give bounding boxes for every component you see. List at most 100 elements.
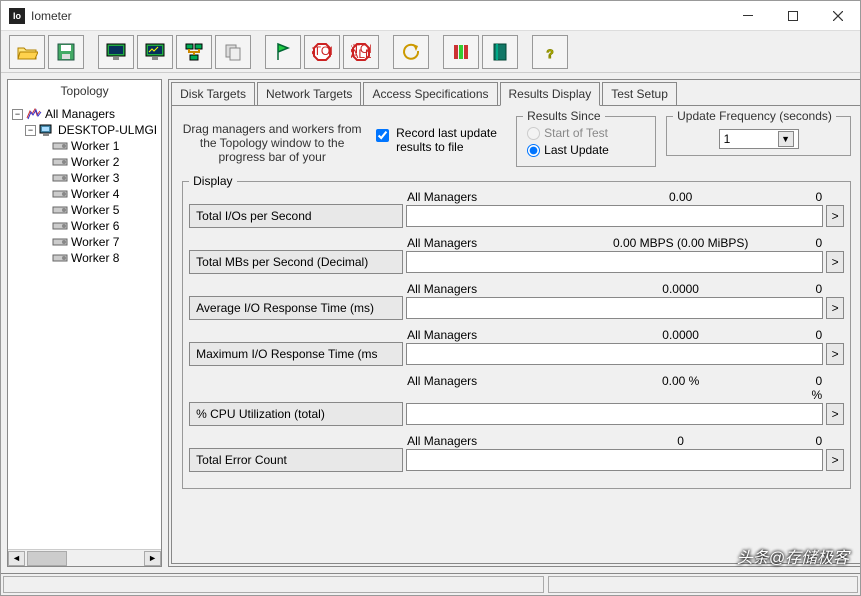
tree-collapse-icon[interactable]: −	[12, 109, 23, 120]
metric-row: All Managers0.00 %0 %% CPU Utilization (…	[189, 374, 844, 426]
metric-max: 0	[804, 236, 844, 250]
worker-label[interactable]: Worker 7	[71, 235, 119, 249]
main-area: Topology − All Managers − DESKTOP-ULMGI …	[1, 73, 860, 573]
tree-host-label[interactable]: DESKTOP-ULMGI	[58, 123, 157, 137]
tree-root-label[interactable]: All Managers	[45, 107, 115, 121]
disk-icon	[52, 220, 68, 232]
metric-progress-bar[interactable]	[406, 251, 823, 273]
tab-strip: Disk TargetsNetwork TargetsAccess Specif…	[171, 82, 860, 106]
metric-name-button[interactable]: Total MBs per Second (Decimal)	[189, 250, 403, 274]
reset-icon[interactable]	[393, 35, 429, 69]
metric-scope-label: All Managers	[407, 282, 557, 296]
disk-icon	[52, 204, 68, 216]
tree-collapse-icon[interactable]: −	[25, 125, 36, 136]
horizontal-scrollbar[interactable]: ◄ ►	[8, 549, 161, 566]
tab-test-setup[interactable]: Test Setup	[602, 82, 677, 106]
metric-max: 0	[804, 282, 844, 296]
metric-expand-button[interactable]: >	[826, 297, 844, 319]
metric-scope-label: All Managers	[407, 434, 557, 448]
metric-name-button[interactable]: % CPU Utilization (total)	[189, 402, 403, 426]
monitor1-icon[interactable]	[98, 35, 134, 69]
metric-name-button[interactable]: Maximum I/O Response Time (ms	[189, 342, 403, 366]
flag-green-icon[interactable]	[265, 35, 301, 69]
metric-expand-button[interactable]: >	[826, 403, 844, 425]
update-frequency-select[interactable]: 1 ▼	[719, 129, 799, 149]
tree-worker-item[interactable]: Worker 1	[12, 138, 157, 154]
stop-icon[interactable]: STOP	[304, 35, 340, 69]
svg-text:STOP: STOP	[312, 44, 332, 58]
last-update-radio[interactable]	[527, 144, 540, 157]
svg-text:ALL: ALL	[351, 47, 371, 61]
metric-name-button[interactable]: Total Error Count	[189, 448, 403, 472]
worker-label[interactable]: Worker 6	[71, 219, 119, 233]
minimize-button[interactable]	[725, 1, 770, 30]
copy-icon[interactable]	[215, 35, 251, 69]
maximize-button[interactable]	[770, 1, 815, 30]
metric-row: All Managers00Total Error Count>	[189, 434, 844, 472]
tree-worker-item[interactable]: Worker 6	[12, 218, 157, 234]
window-title: Iometer	[31, 9, 725, 23]
metric-expand-button[interactable]: >	[826, 205, 844, 227]
display-group: Display All Managers0.000Total I/Os per …	[182, 181, 851, 489]
metric-name-button[interactable]: Total I/Os per Second	[189, 204, 403, 228]
open-icon[interactable]	[9, 35, 45, 69]
scroll-right-icon[interactable]: ►	[144, 551, 161, 566]
metric-name-button[interactable]: Average I/O Response Time (ms)	[189, 296, 403, 320]
book-icon[interactable]	[482, 35, 518, 69]
titlebar: Io Iometer	[1, 1, 860, 31]
start-of-test-label: Start of Test	[544, 126, 608, 140]
metric-progress-bar[interactable]	[406, 297, 823, 319]
worker-label[interactable]: Worker 3	[71, 171, 119, 185]
tree-worker-item[interactable]: Worker 2	[12, 154, 157, 170]
metric-progress-bar[interactable]	[406, 205, 823, 227]
disk-icon	[52, 172, 68, 184]
save-icon[interactable]	[48, 35, 84, 69]
network-icon[interactable]	[176, 35, 212, 69]
record-checkbox[interactable]	[376, 129, 389, 142]
content-panel: Disk TargetsNetwork TargetsAccess Specif…	[168, 79, 860, 567]
worker-label[interactable]: Worker 1	[71, 139, 119, 153]
worker-label[interactable]: Worker 2	[71, 155, 119, 169]
metric-expand-button[interactable]: >	[826, 251, 844, 273]
worker-label[interactable]: Worker 5	[71, 203, 119, 217]
worker-label[interactable]: Worker 8	[71, 251, 119, 265]
display-group-title: Display	[189, 174, 236, 188]
metric-max: 0	[804, 190, 844, 204]
metric-value: 0.00 MBPS (0.00 MiBPS)	[557, 236, 804, 250]
metric-row: All Managers0.000Total I/Os per Second>	[189, 190, 844, 228]
update-frequency-group: Update Frequency (seconds) 1 ▼	[666, 116, 851, 156]
metric-expand-button[interactable]: >	[826, 449, 844, 471]
bars1-icon[interactable]	[443, 35, 479, 69]
metric-max: 0 %	[804, 374, 844, 402]
metric-progress-bar[interactable]	[406, 449, 823, 471]
topology-title: Topology	[8, 80, 161, 102]
disk-icon	[52, 236, 68, 248]
dropdown-arrow-icon[interactable]: ▼	[778, 131, 794, 147]
record-checkbox-label: Record last update results to file	[396, 126, 506, 154]
stop-all-icon[interactable]: STOPALL	[343, 35, 379, 69]
metric-progress-bar[interactable]	[406, 403, 823, 425]
help-icon[interactable]: ?	[532, 35, 568, 69]
scroll-thumb[interactable]	[27, 551, 67, 566]
results-since-group: Results Since Start of Test Last Update	[516, 116, 656, 167]
metric-row: All Managers0.00 MBPS (0.00 MiBPS)0Total…	[189, 236, 844, 274]
scroll-left-icon[interactable]: ◄	[8, 551, 25, 566]
worker-label[interactable]: Worker 4	[71, 187, 119, 201]
metric-value: 0.0000	[557, 328, 804, 342]
close-button[interactable]	[815, 1, 860, 30]
tree-worker-item[interactable]: Worker 4	[12, 186, 157, 202]
metric-progress-bar[interactable]	[406, 343, 823, 365]
tree-worker-item[interactable]: Worker 3	[12, 170, 157, 186]
status-cell	[3, 576, 544, 593]
tab-network-targets[interactable]: Network Targets	[257, 82, 361, 106]
tree-worker-item[interactable]: Worker 8	[12, 250, 157, 266]
tab-results-display[interactable]: Results Display	[500, 82, 601, 106]
metric-expand-button[interactable]: >	[826, 343, 844, 365]
tab-disk-targets[interactable]: Disk Targets	[171, 82, 255, 106]
monitor2-icon[interactable]	[137, 35, 173, 69]
tab-access-specifications[interactable]: Access Specifications	[363, 82, 497, 106]
metric-value: 0.00 %	[557, 374, 804, 402]
tree-worker-item[interactable]: Worker 5	[12, 202, 157, 218]
topology-tree[interactable]: − All Managers − DESKTOP-ULMGI Worker 1 W…	[8, 102, 161, 549]
tree-worker-item[interactable]: Worker 7	[12, 234, 157, 250]
